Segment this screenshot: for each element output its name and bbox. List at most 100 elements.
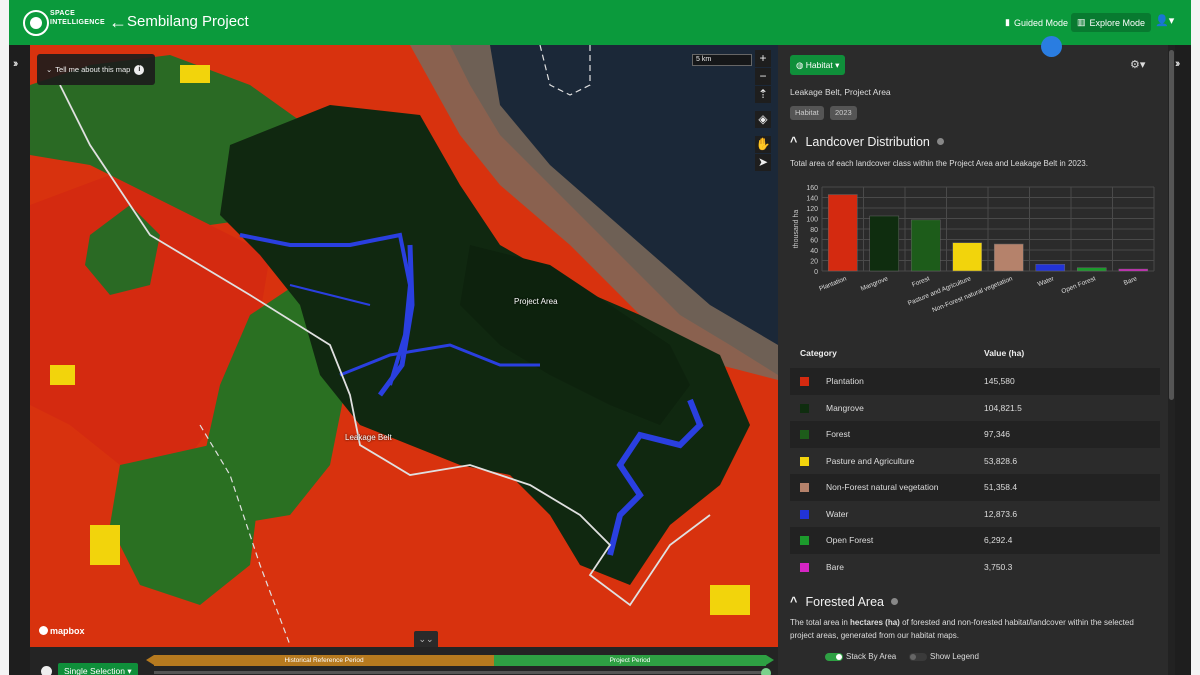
gear-icon[interactable]: ⚙▾ bbox=[1130, 58, 1145, 71]
x-tick-label: Bare bbox=[1123, 275, 1139, 287]
clock-icon bbox=[41, 666, 52, 675]
space-intelligence-logo[interactable] bbox=[23, 10, 49, 36]
x-tick-label: Mangrove bbox=[860, 275, 890, 292]
top-bar: SPACE INTELLIGENCE ← Sembilang Project ▮… bbox=[9, 0, 1191, 45]
timeline-bar: Single Selection ▾ Historical Reference … bbox=[30, 647, 778, 675]
color-swatch bbox=[800, 430, 809, 439]
bar-forest bbox=[910, 219, 941, 272]
color-swatch bbox=[800, 483, 809, 492]
hand-icon[interactable]: ✋ bbox=[755, 136, 771, 153]
table-row[interactable]: Non-Forest natural vegetation 51,358.4 bbox=[790, 474, 1160, 501]
y-tick-label: 20 bbox=[810, 259, 818, 266]
page-title: Sembilang Project bbox=[127, 13, 249, 30]
color-swatch bbox=[800, 536, 809, 545]
y-tick-label: 160 bbox=[806, 185, 818, 192]
compass-icon[interactable]: ⇡ bbox=[755, 86, 771, 103]
bar-bare bbox=[1118, 268, 1149, 272]
row-value: 3,750.3 bbox=[984, 561, 1013, 572]
analysis-panel: ◍ Habitat ▾ ⚙▾ Leakage Belt, Project Are… bbox=[778, 45, 1168, 675]
expand-left-icon[interactable]: ›› bbox=[13, 58, 19, 70]
table-header: Category Value (ha) bbox=[790, 343, 1160, 363]
project-area-label: Project Area bbox=[514, 297, 558, 306]
row-value: 12,873.6 bbox=[984, 508, 1018, 519]
row-category: Pasture and Agriculture bbox=[826, 455, 915, 466]
bar-non-forest-natural-vegetation bbox=[993, 243, 1024, 272]
forested-section-header[interactable]: ^ Forested Area bbox=[790, 595, 899, 609]
row-value: 104,821.5 bbox=[984, 402, 1022, 413]
chevron-up-icon: ^ bbox=[790, 135, 798, 149]
y-tick-label: 140 bbox=[806, 196, 818, 203]
cursor-indicator bbox=[1041, 36, 1062, 57]
show-legend-toggle[interactable] bbox=[909, 653, 927, 661]
row-category: Open Forest bbox=[826, 535, 874, 545]
map-view[interactable]: ⌄ Tell me about this map i 5 km + − ⇡ ◈ … bbox=[30, 45, 778, 647]
info-icon bbox=[937, 138, 945, 145]
chevron-down-icon[interactable]: ⌄⌄ bbox=[414, 631, 438, 647]
pointer-icon[interactable]: ➤ bbox=[755, 154, 771, 171]
scale-bar: 5 km bbox=[692, 54, 752, 66]
table-row[interactable]: Bare 3,750.3 bbox=[790, 554, 1160, 581]
selection-mode-dropdown[interactable]: Single Selection ▾ bbox=[58, 663, 138, 675]
y-tick-label: 40 bbox=[810, 248, 818, 255]
mapbox-attribution[interactable]: mapbox bbox=[39, 626, 85, 636]
info-icon: i bbox=[134, 64, 145, 75]
historical-period-band[interactable]: Historical Reference Period bbox=[146, 655, 494, 666]
zoom-in-icon[interactable]: + bbox=[755, 50, 771, 67]
row-category: Water bbox=[826, 508, 849, 519]
row-value: 6,292.4 bbox=[984, 535, 1013, 545]
leakage-belt-label: Leakage Belt bbox=[345, 433, 392, 442]
row-value: 97,346 bbox=[984, 429, 1010, 439]
table-row[interactable]: Forest 97,346 bbox=[790, 421, 1160, 448]
bar-open-forest bbox=[1076, 267, 1107, 272]
color-swatch bbox=[800, 456, 809, 466]
map-controls: + − ⇡ ◈ ✋ ➤ bbox=[755, 50, 771, 172]
panel-scrollbar[interactable] bbox=[1168, 45, 1175, 675]
user-icon[interactable]: 👤▾ bbox=[1155, 14, 1174, 27]
guided-mode-button[interactable]: ▮ Guided Mode bbox=[999, 13, 1074, 32]
tell-me-button[interactable]: ⌄ Tell me about this map i bbox=[37, 54, 155, 85]
timeline-handle[interactable] bbox=[761, 668, 771, 675]
show-legend-label: Show Legend bbox=[930, 652, 979, 661]
y-axis-label: thousand ha bbox=[793, 210, 800, 249]
row-value: 145,580 bbox=[984, 376, 1015, 386]
bar-water bbox=[1035, 263, 1066, 272]
x-tick-label: Water bbox=[1037, 275, 1056, 288]
globe-icon: ◍ bbox=[796, 60, 804, 70]
table-row[interactable]: Water 12,873.6 bbox=[790, 501, 1160, 528]
timeline-track[interactable] bbox=[154, 671, 766, 674]
arrow-left-icon[interactable]: ← bbox=[109, 12, 127, 32]
table-row[interactable]: Open Forest 6,292.4 bbox=[790, 527, 1160, 554]
landcover-description: Total area of each landcover class withi… bbox=[790, 159, 1088, 168]
row-category: Forest bbox=[826, 429, 851, 439]
selected-areas: Leakage Belt, Project Area bbox=[790, 87, 891, 97]
row-category: Bare bbox=[826, 561, 844, 572]
zoom-out-icon[interactable]: − bbox=[755, 68, 771, 85]
table-row[interactable]: Pasture and Agriculture 53,828.6 bbox=[790, 448, 1160, 475]
layer-dropdown[interactable]: ◍ Habitat ▾ bbox=[790, 55, 846, 75]
color-swatch bbox=[800, 509, 809, 519]
y-tick-label: 60 bbox=[810, 238, 818, 245]
bar-mangrove bbox=[869, 215, 900, 272]
bar-chart-icon: ▥ bbox=[1077, 17, 1086, 27]
stack-by-area-label: Stack By Area bbox=[846, 652, 897, 661]
expand-right-icon[interactable]: ›› bbox=[1175, 58, 1181, 70]
x-tick-label: Open Forest bbox=[1061, 275, 1097, 295]
chevron-down-icon: ⌄ bbox=[46, 65, 53, 74]
layers-icon[interactable]: ◈ bbox=[755, 111, 771, 128]
project-period-band[interactable]: Project Period bbox=[494, 655, 774, 666]
bar-plantation bbox=[827, 194, 858, 272]
stack-by-area-toggle[interactable] bbox=[825, 653, 843, 661]
table-row[interactable]: Plantation 145,580 bbox=[790, 368, 1160, 395]
info-icon bbox=[891, 598, 899, 605]
tag-year: 2023 bbox=[830, 106, 857, 120]
landcover-section-header[interactable]: ^ Landcover Distribution bbox=[790, 135, 945, 149]
y-tick-label: 100 bbox=[806, 217, 818, 224]
row-category: Non-Forest natural vegetation bbox=[826, 482, 939, 492]
color-swatch bbox=[800, 403, 809, 413]
brand-text: SPACE INTELLIGENCE bbox=[50, 10, 105, 26]
table-row[interactable]: Mangrove 104,821.5 bbox=[790, 395, 1160, 422]
x-tick-label: Forest bbox=[911, 275, 931, 288]
explore-mode-button[interactable]: ▥ Explore Mode bbox=[1071, 13, 1152, 32]
x-tick-label: Non-Forest natural vegetation bbox=[931, 275, 1014, 314]
y-tick-label: 120 bbox=[806, 206, 818, 213]
